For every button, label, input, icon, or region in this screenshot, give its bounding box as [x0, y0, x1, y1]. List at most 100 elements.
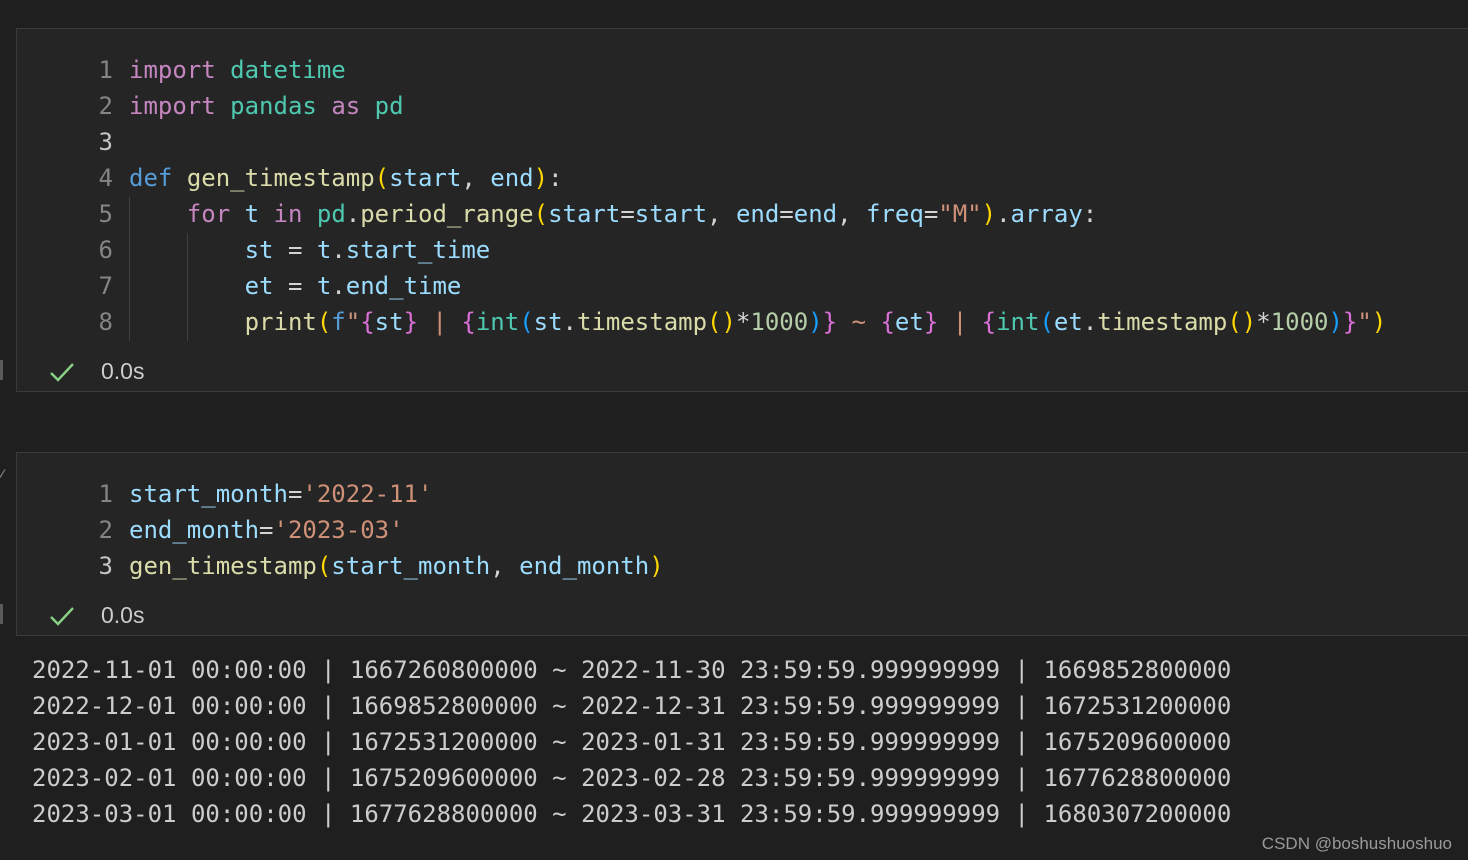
code-token: 1000 — [1270, 308, 1329, 336]
code-token: , — [837, 200, 867, 228]
line-number: 6 — [98, 236, 113, 264]
code-token: : — [1082, 200, 1098, 228]
code-token: "M" — [938, 200, 982, 228]
code-token: . — [331, 236, 346, 264]
code-token: int — [475, 308, 520, 336]
code-token: period_range — [360, 200, 534, 228]
code-token: print — [244, 308, 317, 336]
code-token: ) — [649, 552, 664, 580]
check-icon — [50, 607, 74, 626]
code-token: = — [779, 200, 794, 228]
code-token: = — [259, 516, 274, 544]
output-line: 2023-02-01 00:00:00 | 1675209600000 ~ 20… — [32, 764, 1232, 792]
line-number: 8 — [98, 308, 113, 336]
code-token: * — [1256, 308, 1271, 336]
code-token: } — [403, 308, 419, 336]
code-token: | — [418, 308, 462, 336]
code-token: { — [880, 308, 895, 336]
code-token: start — [548, 200, 621, 228]
code-token: freq — [866, 200, 924, 228]
line-number: 3 — [98, 128, 113, 156]
code-text: print(f"{st} | {int(st.timestamp()*1000)… — [129, 304, 1387, 340]
code-token: = — [923, 200, 939, 228]
code-token: , — [461, 164, 491, 192]
code-token: = — [620, 200, 635, 228]
code-token: end_time — [345, 272, 462, 300]
code-token: ( — [374, 164, 390, 192]
code-token: for — [186, 200, 231, 228]
indent-guide — [187, 233, 188, 341]
code-token: et — [894, 308, 924, 336]
code-token: ) — [981, 200, 997, 228]
code-token: ( — [533, 200, 549, 228]
line-number: 2 — [98, 516, 113, 544]
code-token: import — [129, 92, 216, 120]
code-text: st = t.start_time — [129, 232, 491, 268]
output-line: 2022-12-01 00:00:00 | 1669852800000 ~ 20… — [32, 692, 1232, 720]
collapse-marker: ⁄ — [0, 466, 3, 485]
code-token: } — [1342, 308, 1358, 336]
code-token: = — [287, 480, 303, 508]
code-text: start_month='2022-11' — [129, 476, 432, 512]
code-token: int — [996, 308, 1040, 336]
code-token: ) — [533, 164, 549, 192]
output-line: 2023-01-01 00:00:00 | 1672531200000 ~ 20… — [32, 728, 1232, 756]
code-token: et — [1053, 308, 1083, 336]
code-token: . — [345, 200, 361, 228]
code-token: , — [490, 552, 520, 580]
code-token: start_time — [345, 236, 491, 264]
code-token: ( — [519, 308, 534, 336]
code-token: end — [793, 200, 838, 228]
line-number: 1 — [98, 480, 113, 508]
cell-drag-handle[interactable] — [0, 604, 3, 624]
code-token: end — [490, 164, 534, 192]
code-text: gen_timestamp(start_month, end_month) — [129, 548, 664, 584]
code-token: * — [735, 308, 751, 336]
line-number: 2 — [98, 92, 113, 120]
code-token: gen_timestamp — [186, 164, 375, 192]
output-line: 2023-03-01 00:00:00 | 1677628800000 ~ 20… — [32, 800, 1232, 828]
code-token: ) — [1371, 308, 1387, 336]
output-line: 2022-11-01 00:00:00 | 1667260800000 ~ 20… — [32, 656, 1232, 684]
code-token: start — [634, 200, 708, 228]
code-token: ( — [316, 552, 332, 580]
code-cell-2[interactable]: 1 start_month='2022-11' 2 end_month='2023-0… — [16, 452, 1468, 636]
code-token: ) — [1328, 308, 1343, 336]
code-token: | — [938, 308, 982, 336]
line-number: 1 — [98, 56, 113, 84]
code-token: pd — [316, 200, 346, 228]
code-token: = — [273, 272, 317, 300]
code-text: def gen_timestamp(start, end): — [129, 160, 563, 196]
code-token: { — [981, 308, 997, 336]
code-token: { — [461, 308, 476, 336]
code-cell-1[interactable]: 1 import datetime 2 import pandas as pd 3 4 de… — [16, 28, 1468, 392]
code-text: import pandas as pd — [129, 88, 404, 124]
code-token: def — [129, 164, 173, 192]
code-token: () — [707, 308, 736, 336]
code-token: " — [345, 308, 361, 336]
code-text: import datetime — [129, 52, 346, 88]
code-text: et = t.end_time — [129, 268, 462, 304]
code-token: array — [1010, 200, 1083, 228]
code-token: f — [331, 308, 346, 336]
code-token: gen_timestamp — [129, 552, 317, 580]
code-token: start_month — [331, 552, 491, 580]
line-number: 5 — [98, 200, 113, 228]
line-number: 7 — [98, 272, 113, 300]
code-token: . — [331, 272, 346, 300]
code-token: t — [316, 236, 332, 264]
line-number: 3 — [98, 552, 113, 580]
cell-drag-handle[interactable] — [0, 360, 3, 380]
code-token: ( — [1039, 308, 1054, 336]
code-token: timestamp — [1097, 308, 1228, 336]
code-token: 1000 — [750, 308, 809, 336]
code-text: for t in pd.period_range(start=start, en… — [129, 196, 1097, 232]
